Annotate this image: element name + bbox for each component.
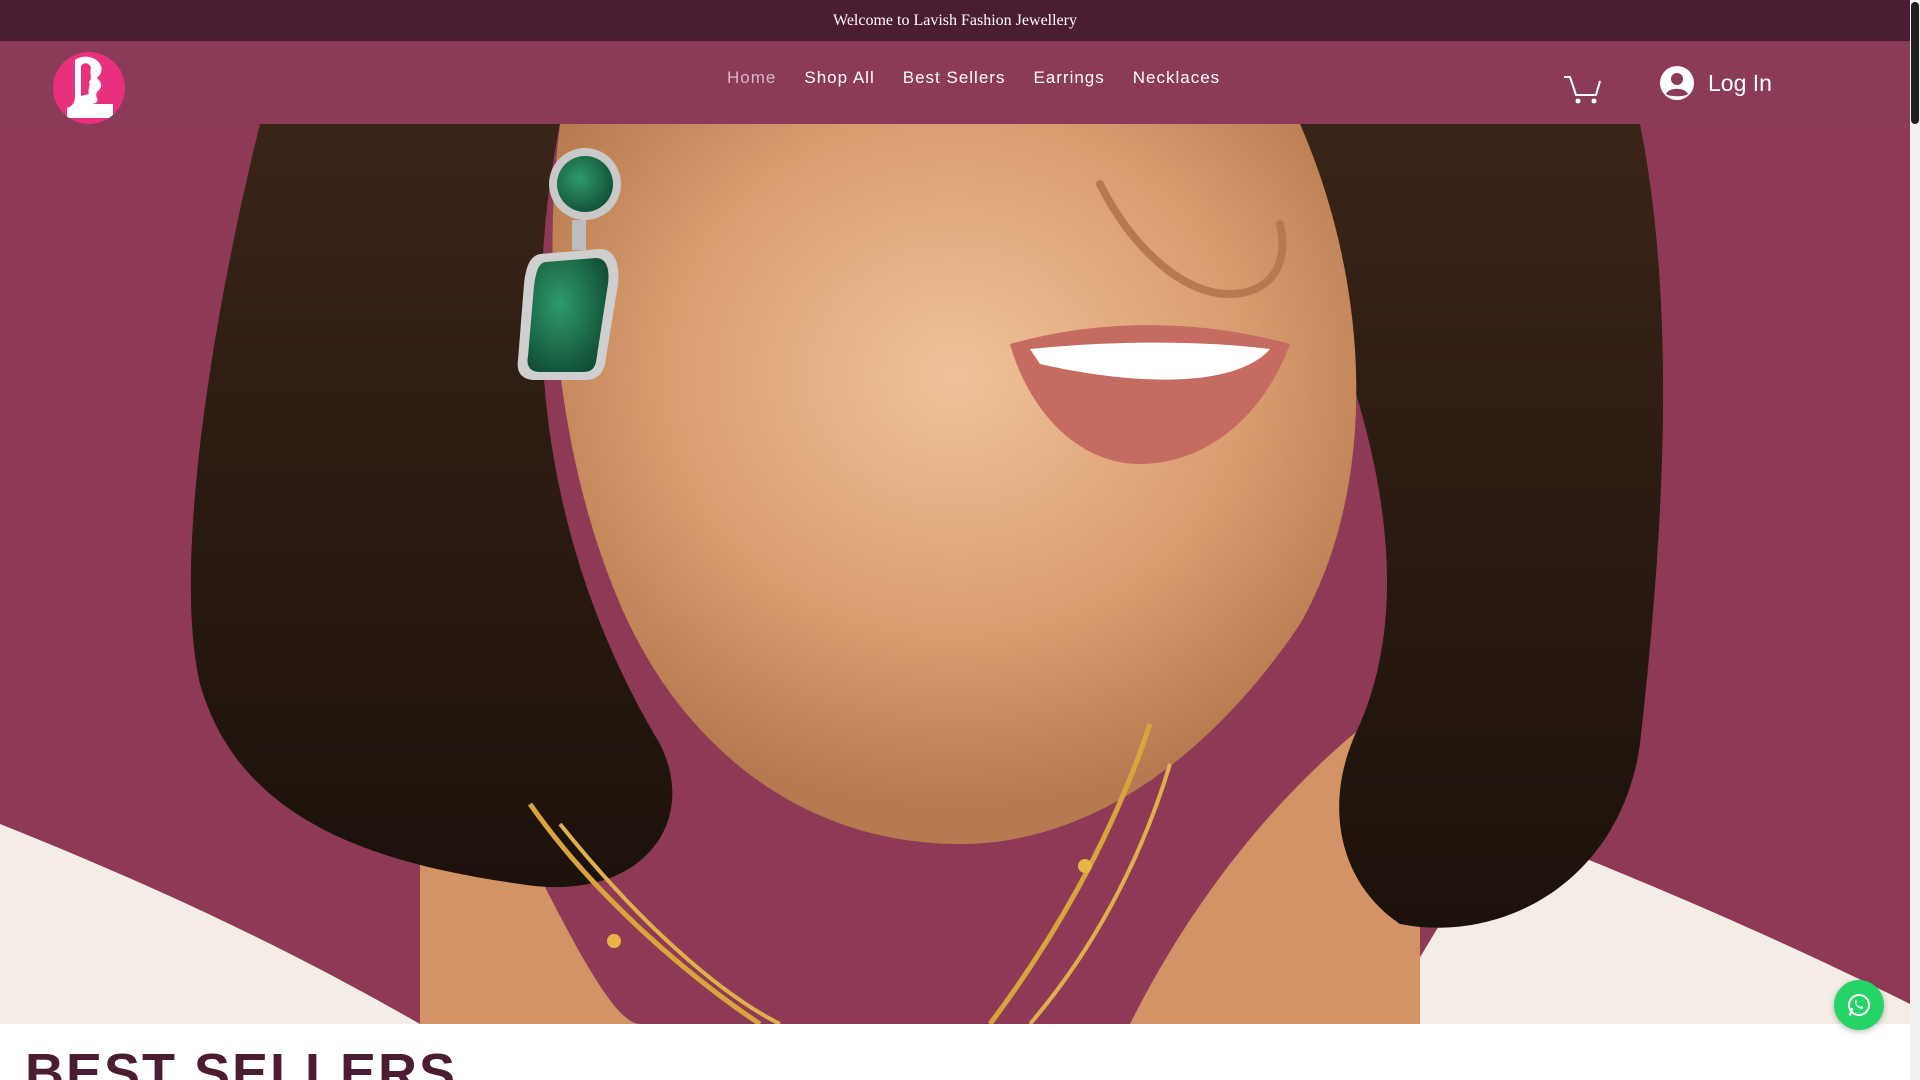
cart-icon[interactable]: [1562, 69, 1602, 105]
hero-image: [0, 124, 1910, 1024]
announcement-bar: Welcome to Lavish Fashion Jewellery: [0, 0, 1910, 41]
announcement-text: Welcome to Lavish Fashion Jewellery: [833, 11, 1077, 29]
nav-shop-all[interactable]: Shop All: [790, 63, 888, 93]
hero-banner: [0, 124, 1910, 1024]
avatar-icon: [1660, 66, 1694, 100]
nav-best-sellers[interactable]: Best Sellers: [889, 63, 1020, 93]
main-nav: Home Shop All Best Sellers Earrings Neck…: [713, 63, 1234, 93]
scrollbar-track[interactable]: [1910, 0, 1920, 1080]
nav-earrings[interactable]: Earrings: [1019, 63, 1118, 93]
site-header: Home Shop All Best Sellers Earrings Neck…: [0, 41, 1910, 124]
whatsapp-button[interactable]: [1834, 980, 1884, 1030]
nav-necklaces[interactable]: Necklaces: [1119, 63, 1234, 93]
page: Welcome to Lavish Fashion Jewellery Home…: [0, 0, 1920, 1080]
scrollbar-thumb[interactable]: [1911, 2, 1919, 124]
lavish-logo-icon[interactable]: [53, 52, 125, 124]
login-button[interactable]: Log In: [1660, 63, 1772, 103]
nav-home[interactable]: Home: [713, 63, 790, 93]
whatsapp-icon: [1848, 994, 1870, 1016]
login-label: Log In: [1708, 69, 1772, 96]
section-title: BEST SELLERS: [25, 1043, 458, 1080]
